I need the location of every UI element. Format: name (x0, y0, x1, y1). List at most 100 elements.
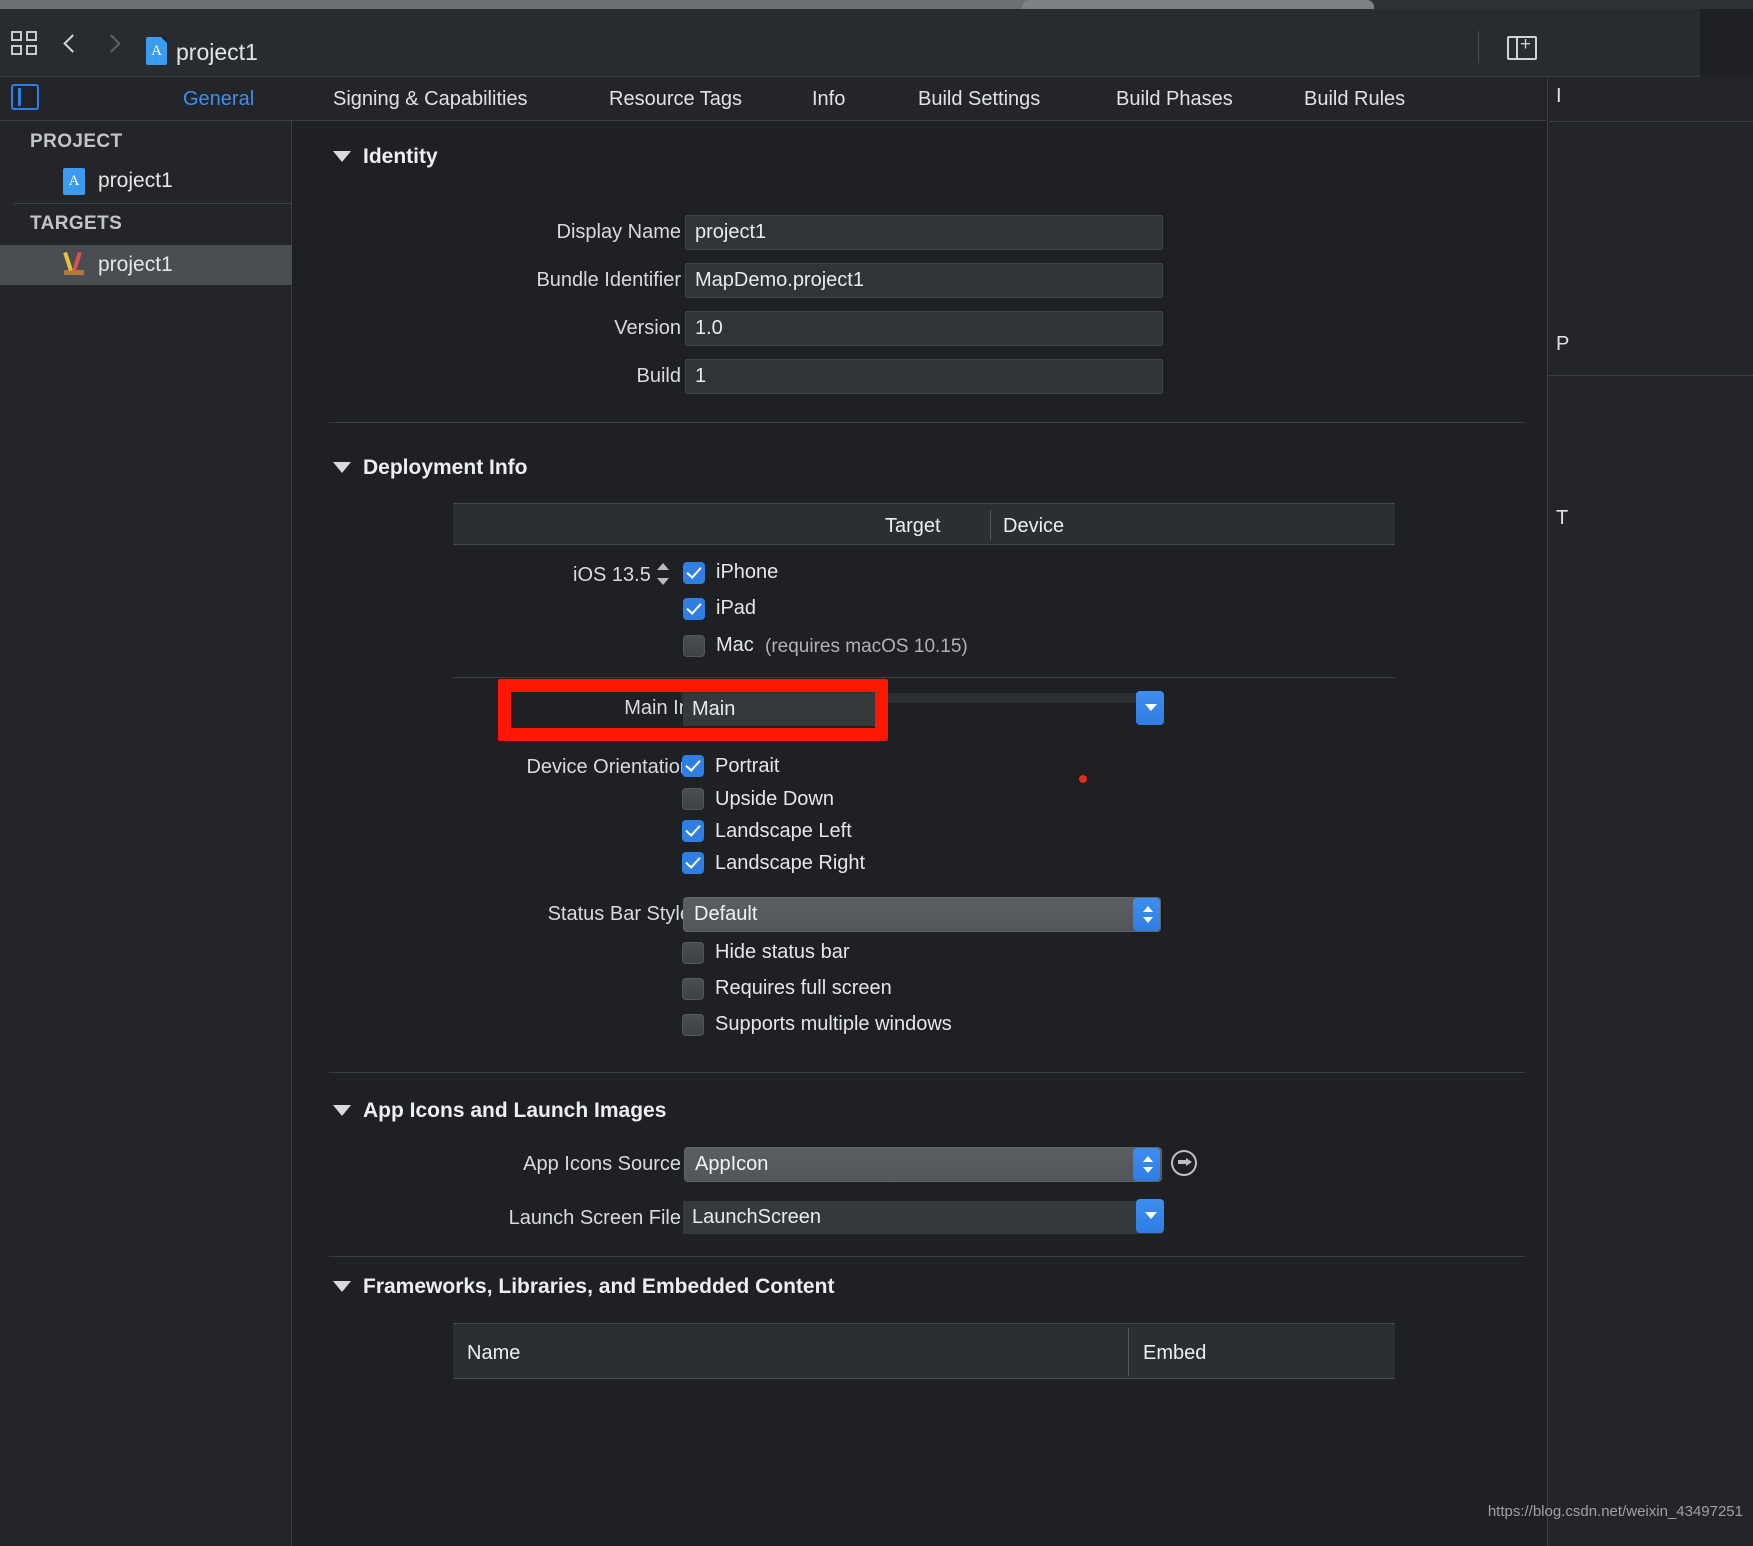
tab-build-settings[interactable]: Build Settings (918, 88, 1040, 111)
label-status-bar-style: Status Bar Style (547, 903, 691, 925)
label-mac-note: (requires macOS 10.15) (765, 636, 968, 657)
label-app-icons-source: App Icons Source (523, 1153, 681, 1175)
app-icons-source-stepper-arrow[interactable] (1133, 1148, 1160, 1181)
label-supports-multiple-windows: Supports multiple windows (715, 1013, 952, 1035)
xcode-project-icon (146, 37, 167, 65)
breadcrumb-title: project1 (176, 39, 258, 65)
column-header-embed: Embed (1143, 1342, 1207, 1364)
main-interface-dropdown-arrow[interactable] (1136, 691, 1164, 725)
inspector-divider (1548, 375, 1753, 376)
general-settings-pane: Identity Display Name project1 Bundle Id… (293, 121, 1546, 1546)
app-target-icon (63, 251, 85, 279)
section-divider (329, 1256, 1525, 1257)
grid-view-icon[interactable] (11, 29, 41, 57)
sidebar-section-targets: TARGETS (30, 213, 123, 234)
sidebar-item-project1-target[interactable]: project1 (0, 245, 292, 285)
checkbox-landscape-left[interactable] (682, 820, 704, 842)
disclosure-triangle-app-icons[interactable] (333, 1105, 351, 1116)
select-app-icons-source[interactable]: AppIcon (684, 1147, 1162, 1182)
column-header-target: Target (885, 515, 941, 537)
tab-build-phases[interactable]: Build Phases (1116, 88, 1233, 111)
section-divider (329, 422, 1525, 423)
label-launch-screen-file: Launch Screen File (508, 1207, 681, 1229)
label-device-orientation: Device Orientation (526, 756, 691, 778)
tab-general[interactable]: General (183, 88, 254, 111)
inspector-panel-toggle-icon[interactable] (1507, 33, 1537, 60)
checkbox-upside-down[interactable] (682, 788, 704, 810)
checkbox-mac[interactable] (683, 635, 705, 657)
label-mac: Mac (716, 634, 754, 656)
column-header-name: Name (467, 1342, 521, 1364)
main-interface-combo-rest[interactable] (879, 693, 1159, 703)
label-portrait: Portrait (715, 755, 780, 777)
deployment-inner-divider (453, 677, 1395, 678)
tab-resource-tags[interactable]: Resource Tags (609, 88, 742, 111)
sidebar-divider (14, 203, 292, 204)
input-bundle-identifier[interactable]: MapDemo.project1 (685, 263, 1163, 298)
checkbox-ipad[interactable] (683, 598, 705, 620)
table-column-divider (1128, 1328, 1129, 1376)
status-bar-style-stepper-arrow[interactable] (1133, 898, 1160, 931)
section-title-deployment-info: Deployment Info (363, 456, 528, 479)
sidebar-item-project1-project[interactable]: project1 (0, 161, 292, 201)
label-display-name: Display Name (556, 221, 681, 243)
toolbar: project1 (0, 9, 1700, 77)
window-chrome (0, 0, 1753, 9)
sidebar-section-project: PROJECT (30, 131, 123, 152)
checkbox-supports-multiple-windows[interactable] (682, 1014, 704, 1036)
label-landscape-right: Landscape Right (715, 852, 866, 874)
sidebar-item-label: project1 (98, 169, 173, 192)
tab-signing-capabilities[interactable]: Signing & Capabilities (333, 88, 528, 111)
checkbox-iphone[interactable] (683, 562, 705, 584)
section-title-frameworks: Frameworks, Libraries, and Embedded Cont… (363, 1275, 835, 1298)
toolbar-divider (1478, 31, 1479, 63)
disclosure-triangle-deployment[interactable] (333, 462, 351, 473)
project-navigator-sidebar: PROJECT project1 TARGETS project1 (0, 121, 292, 1546)
watermark: https://blog.csdn.net/weixin_43497251 (1487, 1503, 1743, 1520)
inspector-divider (1548, 121, 1753, 122)
section-title-app-icons: App Icons and Launch Images (363, 1099, 667, 1122)
annotation-dot (1079, 775, 1087, 783)
inspector-label-1: I (1556, 85, 1562, 107)
checkbox-requires-full-screen[interactable] (682, 978, 704, 1000)
launch-screen-file-dropdown-arrow[interactable] (1136, 1199, 1164, 1233)
input-main-interface[interactable]: Main (683, 693, 879, 726)
editor-tab-bar: General Signing & Capabilities Resource … (0, 77, 1546, 121)
label-upside-down: Upside Down (715, 788, 834, 810)
disclosure-triangle-frameworks[interactable] (333, 1281, 351, 1292)
input-version[interactable]: 1.0 (685, 311, 1163, 346)
os-version-stepper[interactable] (657, 562, 670, 586)
input-build[interactable]: 1 (685, 359, 1163, 394)
label-build: Build (636, 365, 681, 387)
frameworks-table-header: Name Embed (453, 1323, 1395, 1379)
xcode-project-icon (63, 167, 85, 195)
inspector-label-3: T (1556, 507, 1569, 529)
label-landscape-left: Landscape Left (715, 820, 852, 842)
inspector-label-2: P (1556, 333, 1570, 355)
select-status-bar-style[interactable]: Default (683, 897, 1161, 932)
os-deployment-target-value[interactable]: iOS 13.5 (573, 564, 651, 587)
label-requires-full-screen: Requires full screen (715, 977, 892, 999)
deployment-table-header: Target Device (453, 503, 1395, 545)
chevron-left-icon[interactable] (62, 34, 80, 54)
tab-build-rules[interactable]: Build Rules (1304, 88, 1405, 111)
column-header-device: Device (1003, 515, 1065, 537)
tab-info[interactable]: Info (812, 88, 845, 111)
label-iphone: iPhone (716, 561, 779, 583)
checkbox-portrait[interactable] (682, 755, 704, 777)
disclosure-triangle-identity[interactable] (333, 151, 351, 162)
chevron-right-icon[interactable] (103, 34, 121, 54)
arrow-right-circle-icon[interactable] (1171, 1150, 1197, 1176)
section-divider (329, 1072, 1525, 1073)
left-panel-toggle-icon[interactable] (11, 84, 39, 110)
label-bundle-identifier: Bundle Identifier (536, 269, 681, 291)
input-launch-screen-file[interactable]: LaunchScreen (683, 1201, 1163, 1234)
section-title-identity: Identity (363, 145, 438, 168)
label-hide-status-bar: Hide status bar (715, 941, 850, 963)
xcode-window: project1 General Signing & Capabilities … (0, 0, 1753, 1546)
window-tab-active (1022, 0, 1374, 9)
input-display-name[interactable]: project1 (685, 215, 1163, 250)
checkbox-landscape-right[interactable] (682, 852, 704, 874)
checkbox-hide-status-bar[interactable] (682, 942, 704, 964)
inspector-panel: I P T (1547, 77, 1753, 1546)
